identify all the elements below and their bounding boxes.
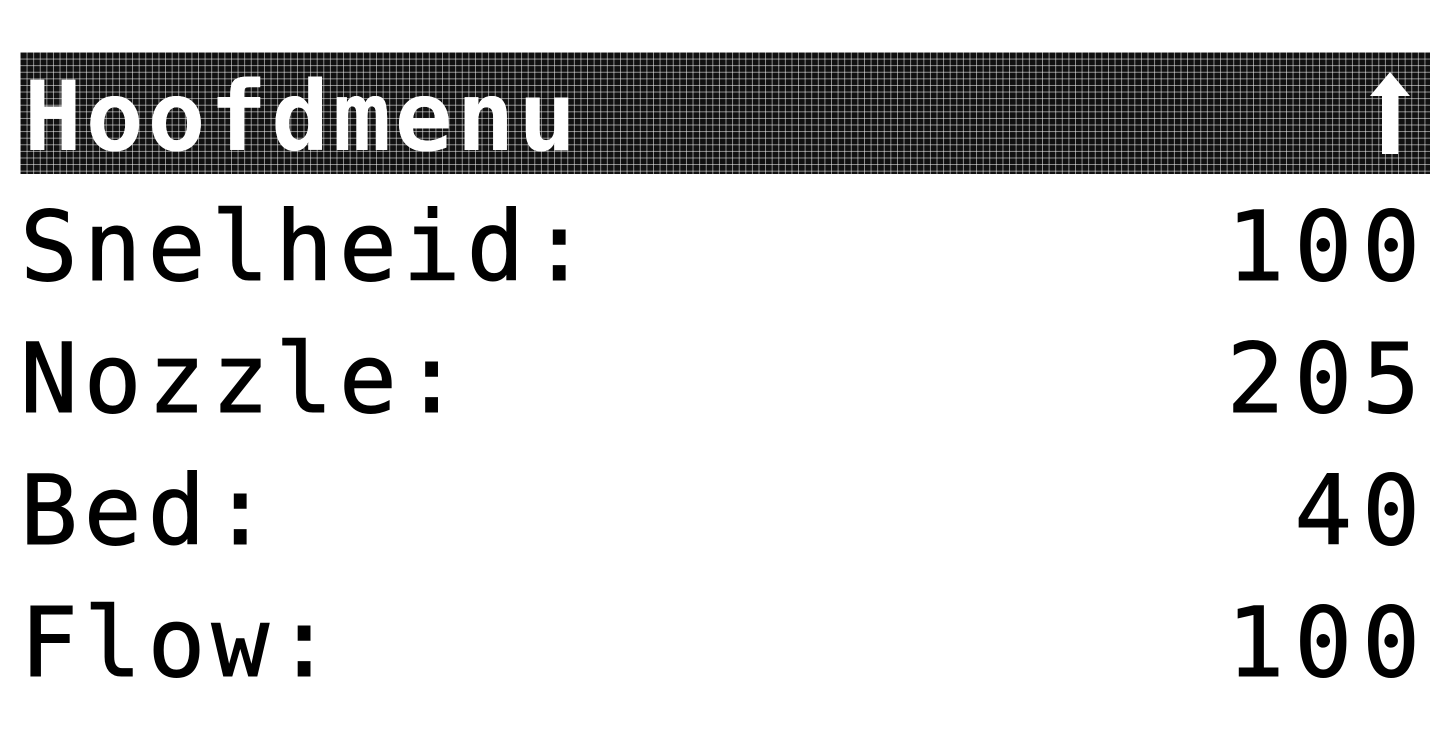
menu-header[interactable]: Hoofdmenu [20, 52, 1430, 174]
menu-item-nozzle[interactable]: Nozzle: 205 [20, 323, 1430, 435]
arrow-up-icon[interactable] [1360, 65, 1420, 161]
menu-item-value: 100 [1226, 191, 1430, 303]
menu-item-snelheid[interactable]: Snelheid: 100 [19, 191, 1430, 303]
menu-item-label: Snelheid: [19, 191, 595, 303]
menu-item-label: Nozzle: [20, 323, 467, 435]
menu-item-value: 205 [1226, 323, 1430, 435]
menu-item-bed[interactable]: Bed: 40 [19, 455, 1430, 567]
menu-item-label: Flow: [20, 587, 339, 699]
menu-item-value: 100 [1226, 587, 1430, 699]
menu-item-label: Bed: [19, 455, 276, 567]
arrow-up-icon-graphic [1370, 72, 1410, 154]
menu-item-value: 40 [1294, 455, 1430, 567]
menu-title: Hoofdmenu [24, 61, 581, 173]
menu-item-flow[interactable]: Flow: 100 [20, 587, 1430, 699]
lcd-screen: Hoofdmenu Snelheid: 100 Nozzle: 205 Bed:… [19, 52, 1430, 699]
